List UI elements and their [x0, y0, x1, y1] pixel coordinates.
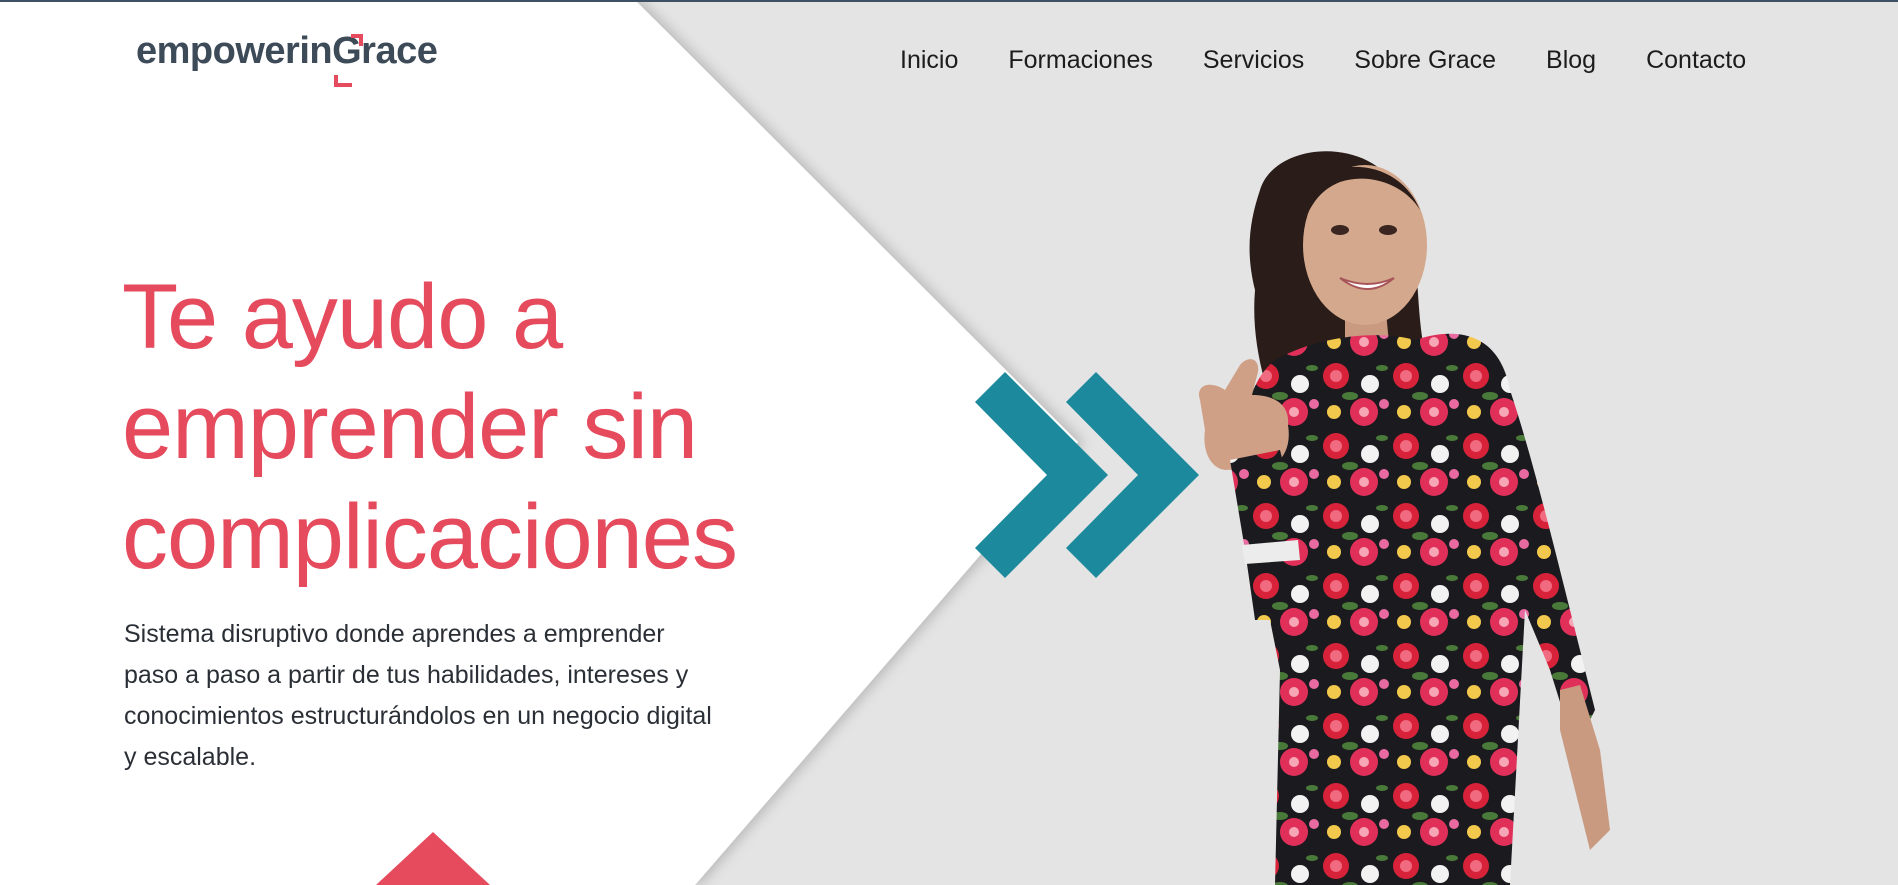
top-border: [0, 0, 1898, 2]
hero-title-line-1: Te ayudo a: [122, 266, 563, 368]
hero-title: Te ayudo a emprender sin complicaciones: [122, 262, 822, 592]
arrow-up-shape-icon: [376, 832, 490, 885]
double-chevron-right-icon: [975, 372, 1199, 578]
nav-item-contacto[interactable]: Contacto: [1646, 46, 1746, 75]
nav-item-servicios[interactable]: Servicios: [1203, 46, 1304, 75]
nav-item-formaciones[interactable]: Formaciones: [1008, 46, 1153, 75]
logo-bracket-top-icon: [351, 34, 364, 46]
nav-item-blog[interactable]: Blog: [1546, 46, 1596, 75]
logo-text-end: race: [361, 30, 438, 72]
main-nav: Inicio Formaciones Servicios Sobre Grace…: [900, 46, 1746, 75]
page: empowerinG race Inicio Formaciones Servic…: [0, 0, 1898, 885]
hero-title-line-3: complicaciones: [122, 486, 738, 588]
nav-item-inicio[interactable]: Inicio: [900, 46, 958, 75]
logo-g-letter: G: [332, 30, 364, 87]
brand-logo[interactable]: empowerinG race: [136, 30, 438, 87]
hero-subtitle: Sistema disruptivo donde aprendes a empr…: [124, 614, 804, 778]
hero-subtitle-line-1: Sistema disruptivo donde aprendes a empr…: [124, 620, 665, 648]
hero-subtitle-line-2: paso a paso a partir de tus habilidades,…: [124, 661, 689, 689]
logo-text-start: empowerin: [136, 30, 333, 72]
hero-subtitle-line-4: y escalable.: [124, 743, 257, 771]
hero-subtitle-line-3: conocimientos estructurándolos en un neg…: [124, 702, 712, 730]
hero-title-line-2: emprender sin: [122, 376, 698, 478]
nav-item-sobre-grace[interactable]: Sobre Grace: [1354, 46, 1496, 75]
portrait-image: [1199, 151, 1610, 885]
logo-bracket-bottom-icon: [334, 75, 353, 87]
